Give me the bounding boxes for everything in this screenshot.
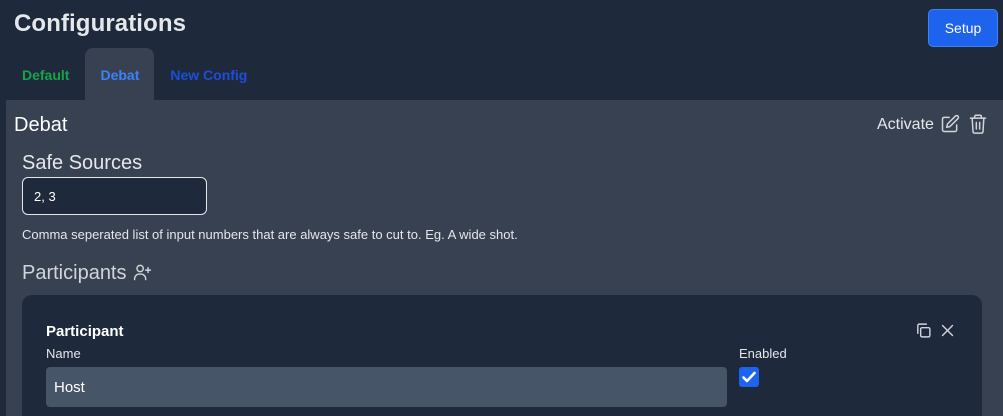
close-icon[interactable] — [940, 323, 955, 338]
enabled-checkbox[interactable] — [739, 367, 759, 387]
participant-card: Participant Name Enabled — [22, 295, 982, 416]
config-name: Debat — [14, 114, 68, 136]
copy-icon[interactable] — [915, 322, 932, 339]
participant-enabled-label: Enabled — [739, 346, 787, 361]
tab-debat[interactable]: Debat — [85, 48, 155, 100]
config-tabs: Default Debat New Config — [6, 48, 263, 100]
participants-label: Participants — [22, 262, 127, 284]
page-title: Configurations — [14, 10, 187, 37]
activate-button[interactable]: Activate — [877, 116, 934, 134]
participant-name-label: Name — [46, 346, 81, 361]
safe-sources-input[interactable] — [22, 177, 207, 215]
setup-button[interactable]: Setup — [928, 9, 998, 47]
tab-default[interactable]: Default — [6, 48, 85, 100]
add-person-icon[interactable] — [133, 263, 152, 282]
safe-sources-helper: Comma seperated list of input numbers th… — [22, 227, 518, 242]
config-panel: Debat Activate Safe Sources Comma sepera… — [6, 100, 1003, 416]
participant-title: Participant — [46, 323, 124, 340]
safe-sources-label: Safe Sources — [22, 152, 143, 174]
checkmark-icon — [742, 371, 756, 383]
participant-name-input[interactable] — [46, 367, 727, 407]
tab-new-config[interactable]: New Config — [154, 48, 263, 100]
trash-icon[interactable] — [968, 113, 988, 135]
edit-icon[interactable] — [940, 114, 960, 134]
